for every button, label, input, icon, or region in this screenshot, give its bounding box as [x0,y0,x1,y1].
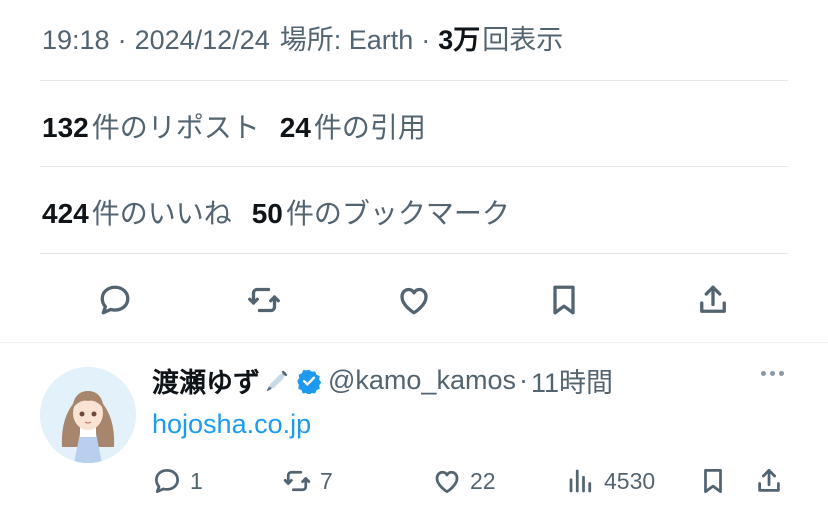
meta-separator: · [117,25,127,55]
avatar-illustration [40,367,136,463]
reply-reply-button[interactable]: 1 [152,466,282,496]
reply-icon [155,469,179,493]
reply-link[interactable]: hojosha.co.jp [152,409,311,440]
bookmark-icon [704,469,722,493]
reply-display-name[interactable]: 渡瀬ゆず [152,361,260,400]
views-count: 3万 [438,25,481,55]
reply-share-button[interactable] [754,466,784,496]
heart-icon [400,287,428,315]
share-icon [700,285,727,313]
avatar[interactable] [40,367,136,463]
repost-icon [248,287,281,313]
share-button[interactable] [687,274,739,326]
reply-icon [100,285,130,315]
like-button[interactable] [388,274,440,326]
views-label: 回表示 [482,25,564,55]
share-icon [758,469,780,492]
tweet-date[interactable]: 2024/12/24 [135,25,270,56]
reply-reposts-count: 7 [320,467,333,494]
syringe-emoji-icon [264,368,290,394]
reply-header: 渡瀬ゆず @kamo_kamos · 11時間 [152,361,613,400]
reply-time[interactable]: 11時間 [531,361,613,400]
reply-action-bar: 1 7 22 4530 [152,461,784,501]
reply-views-count: 4530 [604,467,656,494]
repost-icon [283,470,311,492]
verified-badge-icon [296,368,322,394]
bookmarks-stat[interactable]: 50 件のブックマーク [252,192,510,232]
reposts-label: 件のリポスト [91,112,260,143]
quotes-label: 件の引用 [313,112,426,143]
reply-likes-count: 22 [470,467,496,494]
reposts-count: 132 [42,112,89,143]
header-separator: · [518,365,528,395]
quotes-stat[interactable]: 24 件の引用 [280,106,426,146]
stats-row-likes: 424 件のいいね 50 件のブックマーク [42,192,530,232]
meta-separator: · [421,25,431,55]
more-options-icon[interactable] [761,371,784,376]
reply-repost-button[interactable]: 7 [282,466,432,496]
quotes-count: 24 [279,112,311,143]
tweet-time[interactable]: 19:18 [42,25,110,56]
divider [40,80,788,81]
reply-handle[interactable]: @kamo_kamos [328,365,516,396]
bookmarks-label: 件のブックマーク [285,198,510,229]
reply-replies-count: 1 [190,467,203,494]
stats-row-reposts: 132 件のリポスト 24 件の引用 [42,106,446,146]
likes-count: 424 [42,198,89,229]
divider [40,166,788,167]
reply-like-button[interactable]: 22 [432,466,566,496]
tweet-meta: 19:18 · 2024/12/24 場所: Earth · 3万 回表示 [42,18,563,57]
reposts-stat[interactable]: 132 件のリポスト [42,106,260,146]
tweet-action-bar [40,270,788,330]
tweet-location: 場所: Earth [279,25,414,55]
reply-button[interactable] [89,274,141,326]
reply-views-button[interactable]: 4530 [566,466,698,496]
divider [40,253,788,254]
likes-stat[interactable]: 424 件のいいね [42,192,232,232]
views-icon [569,469,592,493]
bookmark-icon [552,285,575,315]
bookmark-button[interactable] [538,274,590,326]
bookmarks-count: 50 [251,198,283,229]
repost-button[interactable] [238,274,290,326]
reply-tweet[interactable]: 渡瀬ゆず @kamo_kamos · 11時間 hojosha.co.jp 1 … [0,342,828,514]
likes-label: 件のいいね [91,198,232,229]
reply-bookmark-button[interactable] [698,466,748,496]
heart-icon [435,470,459,493]
